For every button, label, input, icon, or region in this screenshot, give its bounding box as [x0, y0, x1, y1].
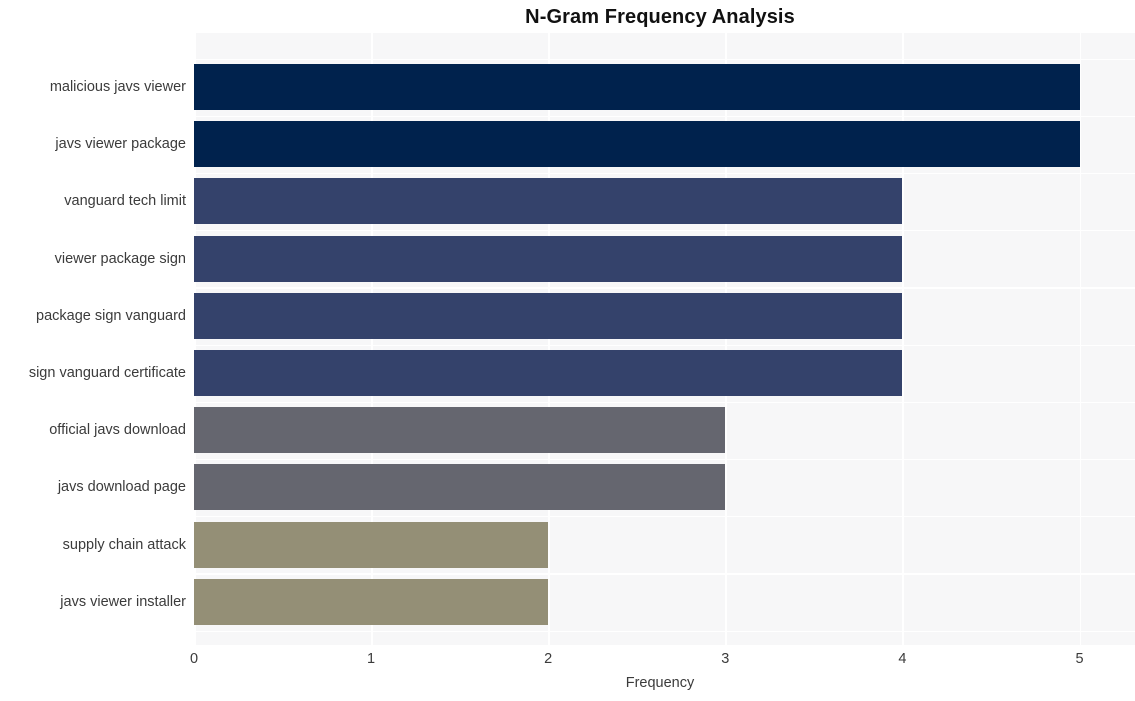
x-tick-label: 5 [1075, 651, 1084, 667]
chart-figure: N-Gram Frequency Analysis malicious javs… [0, 0, 1135, 701]
x-axis-label: Frequency [625, 675, 695, 691]
x-tick-label: 3 [721, 651, 730, 667]
x-axis-tick-labels: 0 1 2 3 4 5 [0, 0, 1135, 701]
x-tick-label: 1 [367, 651, 376, 667]
x-tick-label: 0 [189, 651, 199, 667]
x-tick-label: 4 [898, 651, 907, 667]
x-tick-label: 2 [544, 651, 553, 667]
